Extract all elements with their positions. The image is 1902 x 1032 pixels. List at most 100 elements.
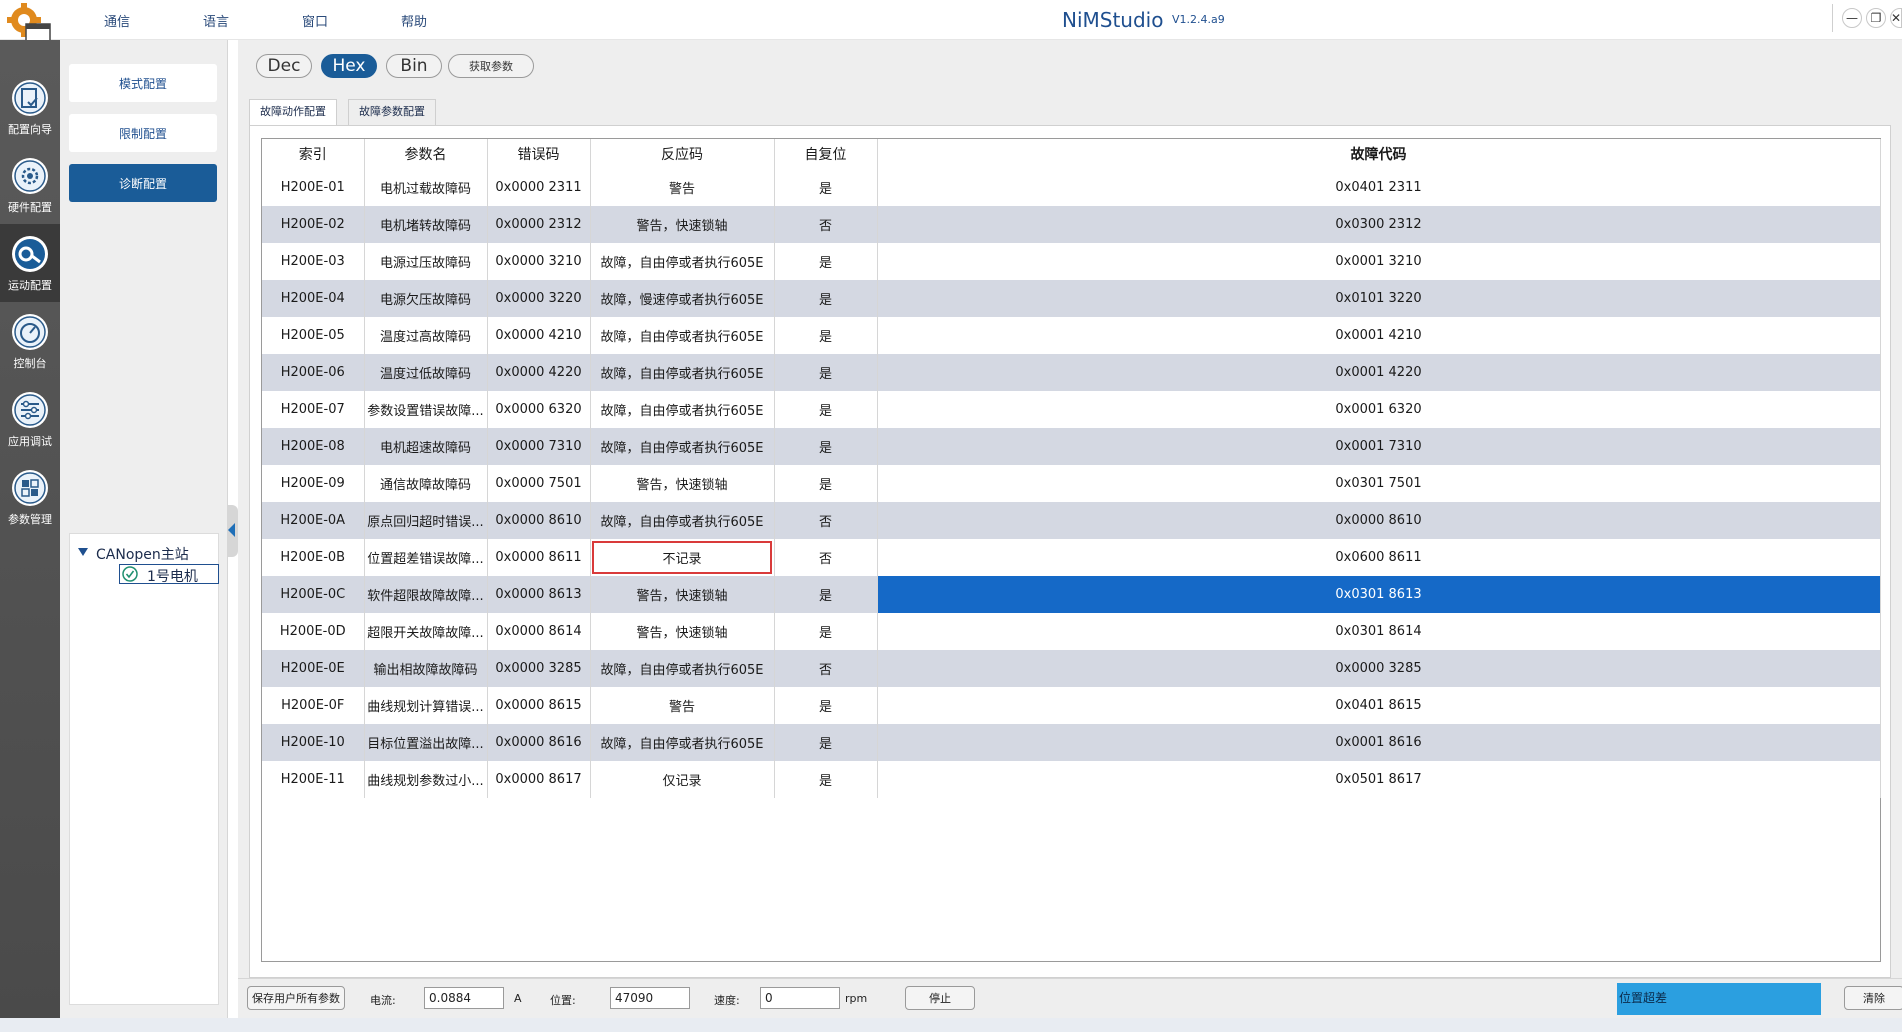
cell-param-name[interactable]: 电机堵转故障码 [364,206,488,243]
cell-fault-code[interactable]: 0x0501 8617 [877,761,1881,798]
cell-param-name[interactable]: 电机过载故障码 [364,169,488,206]
cell-index[interactable]: H200E-0C [262,576,365,613]
header-fault-code[interactable]: 故障代码 [877,139,1881,169]
cell-auto-reset[interactable]: 是 [774,613,878,650]
cell-index[interactable]: H200E-08 [262,428,365,465]
cell-auto-reset[interactable]: 是 [774,280,878,317]
cell-param-name[interactable]: 曲线规划参数过小... [364,761,488,798]
cell-error-code[interactable]: 0x0000 7310 [487,428,591,465]
position-value-field[interactable] [610,987,690,1009]
cell-fault-code[interactable]: 0x0001 4220 [877,354,1881,391]
cell-index[interactable]: H200E-0B [262,539,365,576]
sidebar-item-app-debug[interactable]: 应用调试 [0,380,60,458]
tab-fault-action[interactable]: 故障动作配置 [249,99,337,125]
cell-param-name[interactable]: 电源过压故障码 [364,243,488,280]
cell-reaction-code[interactable]: 警告 [590,687,775,724]
bin-button[interactable]: Bin [386,54,442,78]
cell-auto-reset[interactable]: 是 [774,576,878,613]
table-row[interactable]: H200E-0A 原点回归超时错误... 0x0000 8610 故障，自由停或者执行… [262,502,1881,539]
cell-error-code[interactable]: 0x0000 8614 [487,613,591,650]
cell-fault-code[interactable]: 0x0401 8615 [877,687,1881,724]
tab-fault-params[interactable]: 故障参数配置 [348,99,436,125]
cell-index[interactable]: H200E-05 [262,317,365,354]
cell-index[interactable]: H200E-07 [262,391,365,428]
menu-help[interactable]: 帮助 [401,11,427,30]
sidebar-item-motion-config[interactable]: 运动配置 [0,224,60,302]
cell-fault-code[interactable]: 0x0001 8616 [877,724,1881,761]
table-row[interactable]: H200E-0C 软件超限故障故障... 0x0000 8613 警告，快速锁轴是 0x… [262,576,1881,613]
cell-reaction-code[interactable]: 警告 [590,169,775,206]
cell-reaction-code[interactable]: 故障，慢速停或者执行605E [590,280,775,317]
cell-reaction-code[interactable]: 故障，自由停或者执行605E [590,391,775,428]
table-row[interactable]: H200E-03 电源过压故障码 0x0000 3210 故障，自由停或者执行605E… [262,243,1881,280]
cell-reaction-code[interactable]: 故障，自由停或者执行605E [590,354,775,391]
cell-index[interactable]: H200E-0D [262,613,365,650]
cell-param-name[interactable]: 电机超速故障码 [364,428,488,465]
cell-index[interactable]: H200E-01 [262,169,365,206]
cell-param-name[interactable]: 参数设置错误故障... [364,391,488,428]
cell-auto-reset[interactable]: 是 [774,687,878,724]
cell-auto-reset[interactable]: 是 [774,354,878,391]
cell-reaction-code[interactable]: 警告，快速锁轴 [590,206,775,243]
cell-fault-code[interactable]: 0x0001 4210 [877,317,1881,354]
cell-auto-reset[interactable]: 否 [774,206,878,243]
cell-fault-code[interactable]: 0x0301 7501 [877,465,1881,502]
cell-param-name[interactable]: 软件超限故障故障... [364,576,488,613]
cell-auto-reset[interactable]: 否 [774,502,878,539]
cell-fault-code[interactable]: 0x0301 8614 [877,613,1881,650]
table-row[interactable]: H200E-0F 曲线规划计算错误... 0x0000 8615 警告是 0x0401 … [262,687,1881,724]
table-row[interactable]: H200E-06 温度过低故障码 0x0000 4220 故障，自由停或者执行605E… [262,354,1881,391]
cell-auto-reset[interactable]: 是 [774,317,878,354]
restore-button[interactable]: ❐ [1866,8,1886,28]
cell-reaction-code[interactable]: 仅记录 [590,761,775,798]
table-row[interactable]: H200E-11 曲线规划参数过小... 0x0000 8617 仅记录是 0x0501… [262,761,1881,798]
cell-fault-code[interactable]: 0x0301 8613 [877,576,1881,613]
cell-reaction-code[interactable]: 故障，自由停或者执行605E [590,724,775,761]
cell-reaction-code[interactable]: 故障，自由停或者执行605E [590,317,775,354]
cell-fault-code[interactable]: 0x0001 3210 [877,243,1881,280]
cell-error-code[interactable]: 0x0000 8613 [487,576,591,613]
table-row[interactable]: H200E-08 电机超速故障码 0x0000 7310 故障，自由停或者执行605E… [262,428,1881,465]
cell-param-name[interactable]: 曲线规划计算错误... [364,687,488,724]
cell-error-code[interactable]: 0x0000 8617 [487,761,591,798]
cell-error-code[interactable]: 0x0000 6320 [487,391,591,428]
menu-language[interactable]: 语言 [203,11,229,30]
cell-index[interactable]: H200E-0F [262,687,365,724]
cell-fault-code[interactable]: 0x0001 7310 [877,428,1881,465]
minimize-button[interactable]: — [1842,8,1862,28]
table-row[interactable]: H200E-02 电机堵转故障码 0x0000 2312 警告，快速锁轴否 0x0300… [262,206,1881,243]
cell-error-code[interactable]: 0x0000 4220 [487,354,591,391]
cell-param-name[interactable]: 输出相故障故障码 [364,650,488,687]
cell-param-name[interactable]: 目标位置溢出故障... [364,724,488,761]
cell-param-name[interactable]: 温度过高故障码 [364,317,488,354]
cell-auto-reset[interactable]: 是 [774,391,878,428]
dec-button[interactable]: Dec [256,54,312,78]
header-auto-reset[interactable]: 自复位 [774,139,878,169]
tree-root-node[interactable]: CANopen主站 [96,544,189,564]
cell-index[interactable]: H200E-03 [262,243,365,280]
cell-auto-reset[interactable]: 否 [774,650,878,687]
speed-value-field[interactable] [760,987,840,1009]
cell-error-code[interactable]: 0x0000 8611 [487,539,591,576]
get-params-button[interactable]: 获取参数 [448,54,534,78]
tree-child-node[interactable]: 1号电机 [119,564,219,585]
cell-reaction-code[interactable]: 故障，自由停或者执行605E [590,502,775,539]
stop-button[interactable]: 停止 [905,986,975,1010]
cell-error-code[interactable]: 0x0000 3285 [487,650,591,687]
cell-fault-code[interactable]: 0x0300 2312 [877,206,1881,243]
cell-error-code[interactable]: 0x0000 8616 [487,724,591,761]
limit-config-button[interactable]: 限制配置 [69,114,217,152]
cell-index[interactable]: H200E-0A [262,502,365,539]
hex-button[interactable]: Hex [321,54,377,78]
cell-index[interactable]: H200E-02 [262,206,365,243]
header-error-code[interactable]: 错误码 [487,139,591,169]
table-row[interactable]: H200E-09 通信故障故障码 0x0000 7501 警告，快速锁轴是 0x0301… [262,465,1881,502]
current-value-field[interactable] [424,987,504,1009]
close-button[interactable]: ✕ [1890,8,1902,28]
cell-reaction-code[interactable]: 故障，自由停或者执行605E [590,243,775,280]
cell-index[interactable]: H200E-06 [262,354,365,391]
cell-error-code[interactable]: 0x0000 3210 [487,243,591,280]
cell-param-name[interactable]: 通信故障故障码 [364,465,488,502]
cell-error-code[interactable]: 0x0000 8615 [487,687,591,724]
cell-error-code[interactable]: 0x0000 2312 [487,206,591,243]
